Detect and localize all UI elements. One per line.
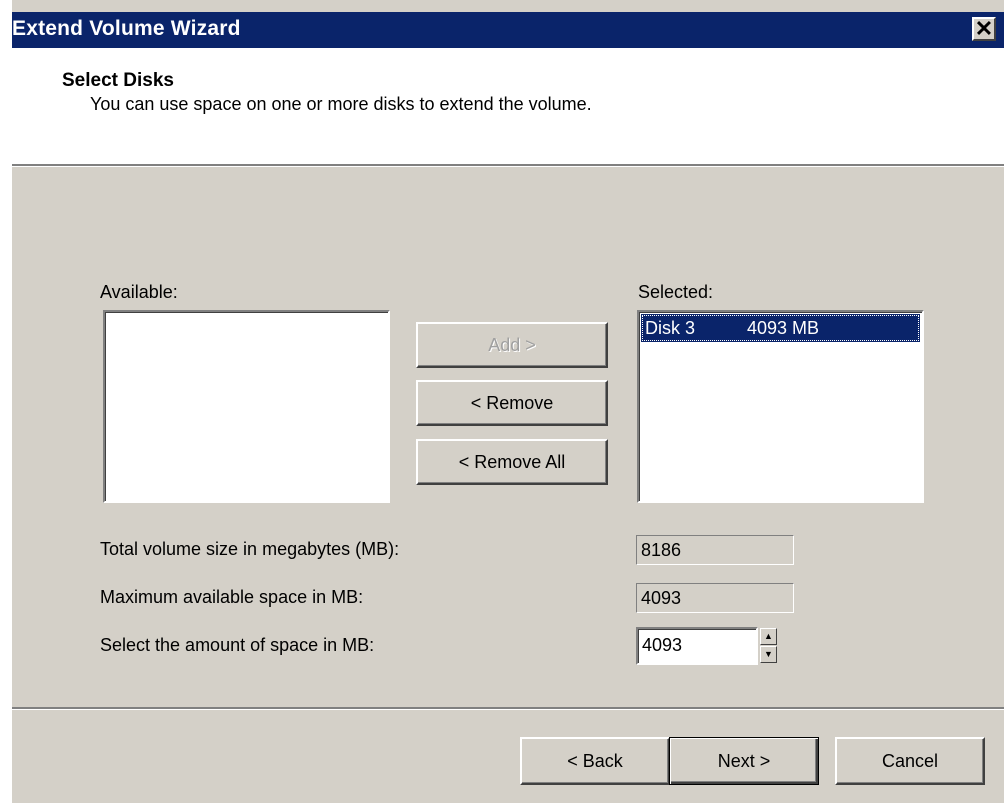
wizard-header: Select Disks You can use space on one or… [12,48,1004,164]
available-disks-list[interactable] [103,310,390,503]
cancel-button[interactable]: Cancel [835,737,985,785]
close-icon: ✕ [974,16,994,41]
spin-up-icon: ▲ [764,631,773,641]
next-button[interactable]: Next > [669,737,819,785]
header-divider [12,164,1004,167]
amount-label: Select the amount of space in MB: [100,635,375,655]
amount-spin-input[interactable]: 4093 [636,627,758,665]
footer-divider [12,707,1004,710]
remove-all-button[interactable]: < Remove All [416,439,608,485]
extend-volume-wizard-window: Extend Volume Wizard ✕ Select Disks You … [0,0,1004,803]
back-button[interactable]: < Back [520,737,670,785]
title-bar[interactable]: Extend Volume Wizard ✕ [12,12,1004,48]
spin-up-button[interactable]: ▲ [760,628,777,645]
remove-button[interactable]: < Remove [416,380,608,426]
add-button[interactable]: Add > [416,322,608,368]
spin-down-icon: ▼ [764,649,773,659]
total-size-label: Total volume size in megabytes (MB): [100,539,400,559]
selected-disks-list[interactable]: Disk 3 4093 MB [637,310,924,503]
spin-down-button[interactable]: ▼ [760,646,777,663]
disk-size: 4093 MB [747,318,820,338]
window-title: Extend Volume Wizard [12,17,241,40]
list-item[interactable]: Disk 3 4093 MB [641,314,920,342]
page-subtitle: You can use space on one or more disks t… [90,94,592,114]
max-space-label: Maximum available space in MB: [100,587,364,607]
page-title: Select Disks [62,70,174,91]
close-button[interactable]: ✕ [972,17,996,41]
selected-label: Selected: [638,282,714,302]
max-space-field: 4093 [636,583,794,613]
available-label: Available: [100,282,178,302]
window-left-edge [0,0,12,803]
total-size-field: 8186 [636,535,794,565]
disk-name: Disk 3 [645,318,696,338]
